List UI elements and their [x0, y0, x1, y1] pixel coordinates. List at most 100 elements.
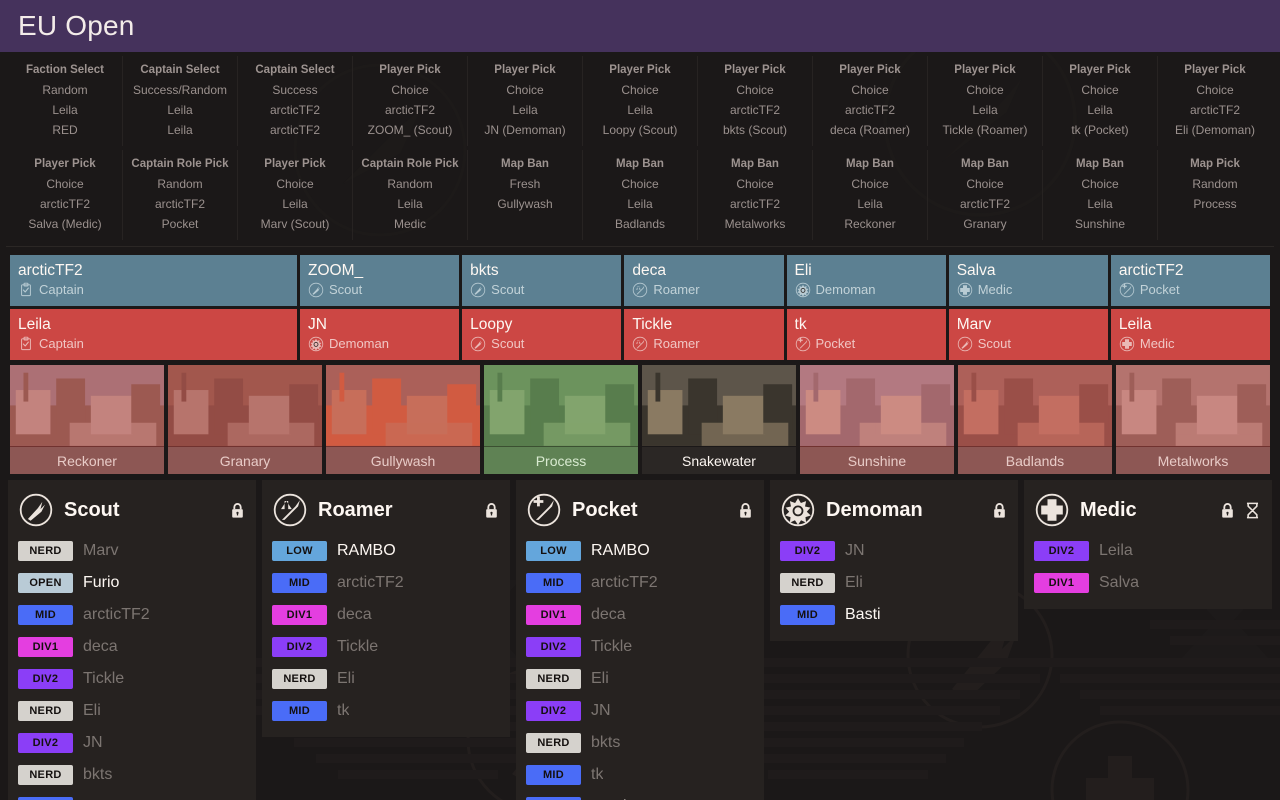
- class-player-entry[interactable]: MID arcticTF2: [18, 599, 246, 631]
- map-tile[interactable]: Reckoner: [10, 365, 164, 474]
- page-title: EU Open: [18, 10, 135, 41]
- map-tile[interactable]: Sunshine: [800, 365, 954, 474]
- draft-log-result: Leila: [167, 123, 193, 137]
- class-player-entry[interactable]: NERD bkts: [18, 759, 246, 791]
- class-player-entry[interactable]: MID arcticTF2: [526, 567, 754, 599]
- class-player-entry[interactable]: MID arcticTF2: [272, 567, 500, 599]
- player-card[interactable]: tk Pocket: [786, 309, 946, 360]
- player-card[interactable]: Tickle Roamer: [624, 309, 784, 360]
- map-tile[interactable]: Gullywash: [326, 365, 480, 474]
- demoman-icon: [308, 336, 324, 352]
- draft-log-mode: Choice: [1081, 83, 1119, 97]
- class-player-entry[interactable]: DIV1 deca: [18, 631, 246, 663]
- map-name: Reckoner: [10, 447, 164, 474]
- draft-log-result: JN (Demoman): [484, 123, 566, 137]
- class-player-entry[interactable]: NERD Eli: [780, 567, 1008, 599]
- class-player-entry[interactable]: NERD bkts: [526, 727, 754, 759]
- division-badge: MID: [272, 701, 327, 721]
- draft-log-action-type: Map Ban: [961, 158, 1009, 170]
- class-player-entry[interactable]: DIV2 Tickle: [18, 663, 246, 695]
- draft-log-result: Granary: [963, 217, 1007, 231]
- class-player-entry[interactable]: MIDBasti: [526, 791, 754, 800]
- map-tile[interactable]: Snakewater: [642, 365, 796, 474]
- map-tile[interactable]: Metalworks: [1116, 365, 1270, 474]
- draft-log-action-type: Captain Role Pick: [131, 158, 229, 170]
- class-player-entry[interactable]: MIDBasti: [780, 599, 1008, 631]
- player-card[interactable]: JN Demoman: [300, 309, 460, 360]
- player-name: Eli: [794, 262, 812, 279]
- draft-log-cell: Map Ban Choice Leila Badlands: [583, 150, 698, 240]
- class-column-header: Pocket: [526, 488, 754, 532]
- class-player-entry[interactable]: LOW RAMBO: [526, 535, 754, 567]
- draft-log-mode: Random: [157, 177, 203, 191]
- class-player-entry[interactable]: DIV1 Salva: [1034, 567, 1262, 599]
- lock-icon[interactable]: [483, 502, 500, 519]
- pocket-icon: [795, 336, 811, 352]
- draft-log-actor: Leila: [972, 103, 998, 117]
- class-player-entry[interactable]: DIV1 deca: [526, 599, 754, 631]
- class-player-entry[interactable]: MID tk: [526, 759, 754, 791]
- class-player-entry[interactable]: MID tk: [272, 695, 500, 727]
- draft-log-mode: Choice: [276, 177, 314, 191]
- class-player-entry[interactable]: DIV2 JN: [526, 695, 754, 727]
- draft-log-mode: Choice: [736, 83, 774, 97]
- draft-log-actor: Leila: [397, 197, 423, 211]
- class-player-entry[interactable]: NERD Eli: [272, 663, 500, 695]
- division-badge: DIV2: [18, 733, 73, 753]
- lock-icon[interactable]: [991, 502, 1008, 519]
- class-player-entry[interactable]: DIV2 Leila: [1034, 535, 1262, 567]
- division-badge: MID: [526, 765, 581, 785]
- class-player-entry[interactable]: OPEN Furio: [18, 567, 246, 599]
- class-player-list: LOW RAMBO MID arcticTF2 DIV1 deca DIV2 Tickle NE…: [272, 535, 500, 727]
- player-card[interactable]: Loopy Scout: [462, 309, 622, 360]
- division-badge: NERD: [526, 669, 581, 689]
- player-card[interactable]: Marv Scout: [948, 309, 1108, 360]
- map-tile[interactable]: Process: [484, 365, 638, 474]
- hourglass-icon[interactable]: [1243, 501, 1262, 520]
- map-tile[interactable]: Granary: [168, 365, 322, 474]
- player-card[interactable]: deca Roamer: [624, 255, 784, 306]
- class-player-name: Salva: [1099, 574, 1140, 591]
- scout-icon: [470, 336, 486, 352]
- draft-log-action-type: Player Pick: [34, 158, 96, 170]
- class-player-entry[interactable]: DIV2 Tickle: [526, 631, 754, 663]
- player-card[interactable]: bkts Scout: [462, 255, 622, 306]
- player-card[interactable]: ZOOM_ Scout: [300, 255, 460, 306]
- player-card[interactable]: Eli Demoman: [786, 255, 946, 306]
- class-player-entry[interactable]: DIV2 Tickle: [272, 631, 500, 663]
- class-player-entry[interactable]: LOW RAMBO: [272, 535, 500, 567]
- class-player-name: Tickle: [83, 670, 125, 687]
- map-state-tint: [484, 365, 638, 447]
- lock-icon[interactable]: [737, 502, 754, 519]
- class-player-name: bkts: [591, 734, 621, 751]
- player-card[interactable]: arcticTF2 Pocket: [1110, 255, 1271, 306]
- player-name: bkts: [470, 262, 499, 279]
- class-player-entry[interactable]: DIV1 deca: [272, 599, 500, 631]
- player-card[interactable]: Leila Medic: [1110, 309, 1271, 360]
- class-column-medic: Medic DIV2 Leila DIV1 Salva: [1024, 480, 1272, 609]
- lock-icon[interactable]: [229, 502, 246, 519]
- class-player-entry[interactable]: DIV2 JN: [18, 727, 246, 759]
- player-card[interactable]: Salva Medic: [948, 255, 1108, 306]
- division-badge: DIV1: [526, 605, 581, 625]
- player-role: Medic: [1119, 335, 1262, 353]
- draft-log-result: bkts (Scout): [722, 123, 788, 137]
- draft-log-result: ZOOM_ (Scout): [367, 123, 453, 137]
- lock-icon[interactable]: [1219, 502, 1236, 519]
- class-player-entry[interactable]: NERD Eli: [18, 695, 246, 727]
- class-player-entry[interactable]: NERD Eli: [526, 663, 754, 695]
- player-card[interactable]: Leila Captain: [10, 309, 297, 360]
- player-card[interactable]: arcticTF2 Captain: [10, 255, 297, 306]
- draft-log-mode: Success: [272, 83, 318, 97]
- division-badge: LOW: [272, 541, 327, 561]
- class-player-list: LOW RAMBO MID arcticTF2 DIV1 deca DIV2 Tickle NE…: [526, 535, 754, 800]
- class-player-entry[interactable]: DIV2 JN: [780, 535, 1008, 567]
- division-badge: LOW: [526, 541, 581, 561]
- division-badge: NERD: [18, 541, 73, 561]
- class-player-entry[interactable]: MIDZOOM_: [18, 791, 246, 800]
- class-player-entry[interactable]: NERD Marv: [18, 535, 246, 567]
- map-tile[interactable]: Badlands: [958, 365, 1112, 474]
- map-state-tint: [326, 365, 480, 447]
- player-role-label: Scout: [329, 282, 363, 297]
- draft-log-actor: arcticTF2: [959, 197, 1010, 211]
